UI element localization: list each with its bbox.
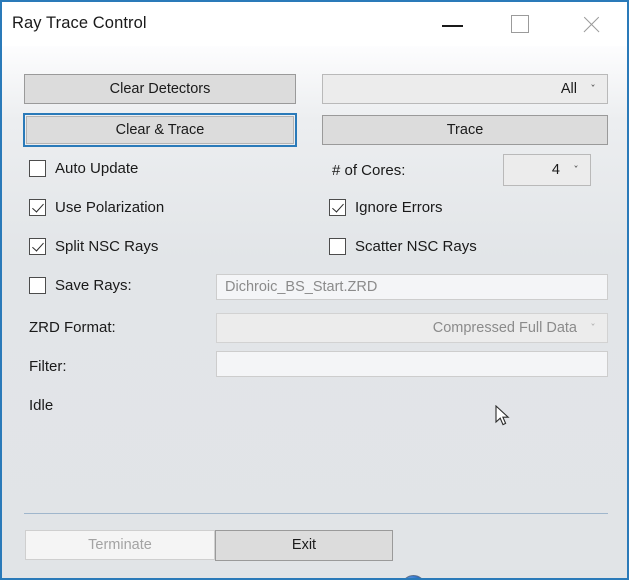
help-button[interactable]: ? bbox=[401, 575, 426, 578]
use-polarization-label: Use Polarization bbox=[55, 199, 165, 216]
clear-detectors-label: Clear Detectors bbox=[109, 80, 211, 97]
title-bar: Ray Trace Control bbox=[2, 2, 627, 46]
terminate-button[interactable]: Terminate bbox=[25, 530, 215, 560]
exit-label: Exit bbox=[291, 537, 317, 554]
dialog-body: Clear Detectors All ˇ Clear & Trace Trac… bbox=[2, 46, 627, 578]
clear-and-trace-button[interactable]: Clear & Trace bbox=[23, 113, 297, 147]
filter-input[interactable] bbox=[216, 351, 608, 377]
split-nsc-rays-label: Split NSC Rays bbox=[55, 238, 159, 255]
maximize-icon bbox=[511, 15, 529, 33]
zrd-format-label: ZRD Format: bbox=[29, 319, 116, 336]
clear-and-trace-label: Clear & Trace bbox=[115, 121, 205, 138]
use-polarization-checkbox-row[interactable]: Use Polarization bbox=[29, 199, 164, 216]
window-title: Ray Trace Control bbox=[12, 14, 147, 32]
maximize-button[interactable] bbox=[498, 2, 544, 42]
save-rays-checkbox[interactable] bbox=[29, 277, 46, 294]
scatter-nsc-rays-checkbox[interactable] bbox=[329, 238, 346, 255]
auto-update-checkbox[interactable] bbox=[29, 160, 46, 177]
cores-dropdown[interactable]: 4 ˇ bbox=[503, 154, 591, 186]
save-rays-filename-value: Dichroic_BS_Start.ZRD bbox=[225, 279, 378, 295]
scatter-nsc-rays-checkbox-row[interactable]: Scatter NSC Rays bbox=[329, 238, 477, 255]
footer-separator bbox=[24, 513, 608, 514]
auto-update-label: Auto Update bbox=[55, 160, 139, 177]
clear-detectors-button[interactable]: Clear Detectors bbox=[24, 74, 296, 104]
scatter-nsc-rays-label: Scatter NSC Rays bbox=[355, 238, 477, 255]
close-button[interactable] bbox=[569, 2, 615, 42]
filter-label: Filter: bbox=[29, 358, 67, 375]
split-nsc-rays-checkbox[interactable] bbox=[29, 238, 46, 255]
status-text: Idle bbox=[29, 397, 54, 414]
detector-select-dropdown[interactable]: All ˇ bbox=[322, 74, 608, 104]
close-icon bbox=[581, 15, 601, 35]
split-nsc-rays-checkbox-row[interactable]: Split NSC Rays bbox=[29, 238, 158, 255]
chevron-down-icon: ˇ bbox=[590, 321, 596, 335]
detector-select-value: All bbox=[560, 81, 577, 97]
ray-trace-control-window: Ray Trace Control Clear Detectors All ˇ … bbox=[0, 0, 629, 580]
minimize-button[interactable] bbox=[430, 2, 476, 42]
use-polarization-checkbox[interactable] bbox=[29, 199, 46, 216]
save-rays-label: Save Rays: bbox=[55, 277, 132, 294]
minimize-icon bbox=[442, 25, 463, 27]
zrd-format-value: Compressed Full Data bbox=[432, 320, 577, 336]
auto-update-checkbox-row[interactable]: Auto Update bbox=[29, 160, 138, 177]
chevron-down-icon: ˇ bbox=[573, 163, 579, 177]
terminate-label: Terminate bbox=[88, 536, 152, 553]
cores-label: # of Cores: bbox=[332, 162, 406, 179]
ignore-errors-checkbox-row[interactable]: Ignore Errors bbox=[329, 199, 443, 216]
trace-button[interactable]: Trace bbox=[322, 115, 608, 145]
save-rays-checkbox-row[interactable]: Save Rays: bbox=[29, 277, 132, 294]
chevron-down-icon: ˇ bbox=[590, 82, 596, 96]
ignore-errors-label: Ignore Errors bbox=[355, 199, 443, 216]
zrd-format-dropdown[interactable]: Compressed Full Data ˇ bbox=[216, 313, 608, 343]
save-rays-filename-input[interactable]: Dichroic_BS_Start.ZRD bbox=[216, 274, 608, 300]
cores-value: 4 bbox=[551, 162, 560, 178]
trace-label: Trace bbox=[446, 121, 484, 138]
exit-button[interactable]: Exit bbox=[215, 530, 393, 561]
ignore-errors-checkbox[interactable] bbox=[329, 199, 346, 216]
